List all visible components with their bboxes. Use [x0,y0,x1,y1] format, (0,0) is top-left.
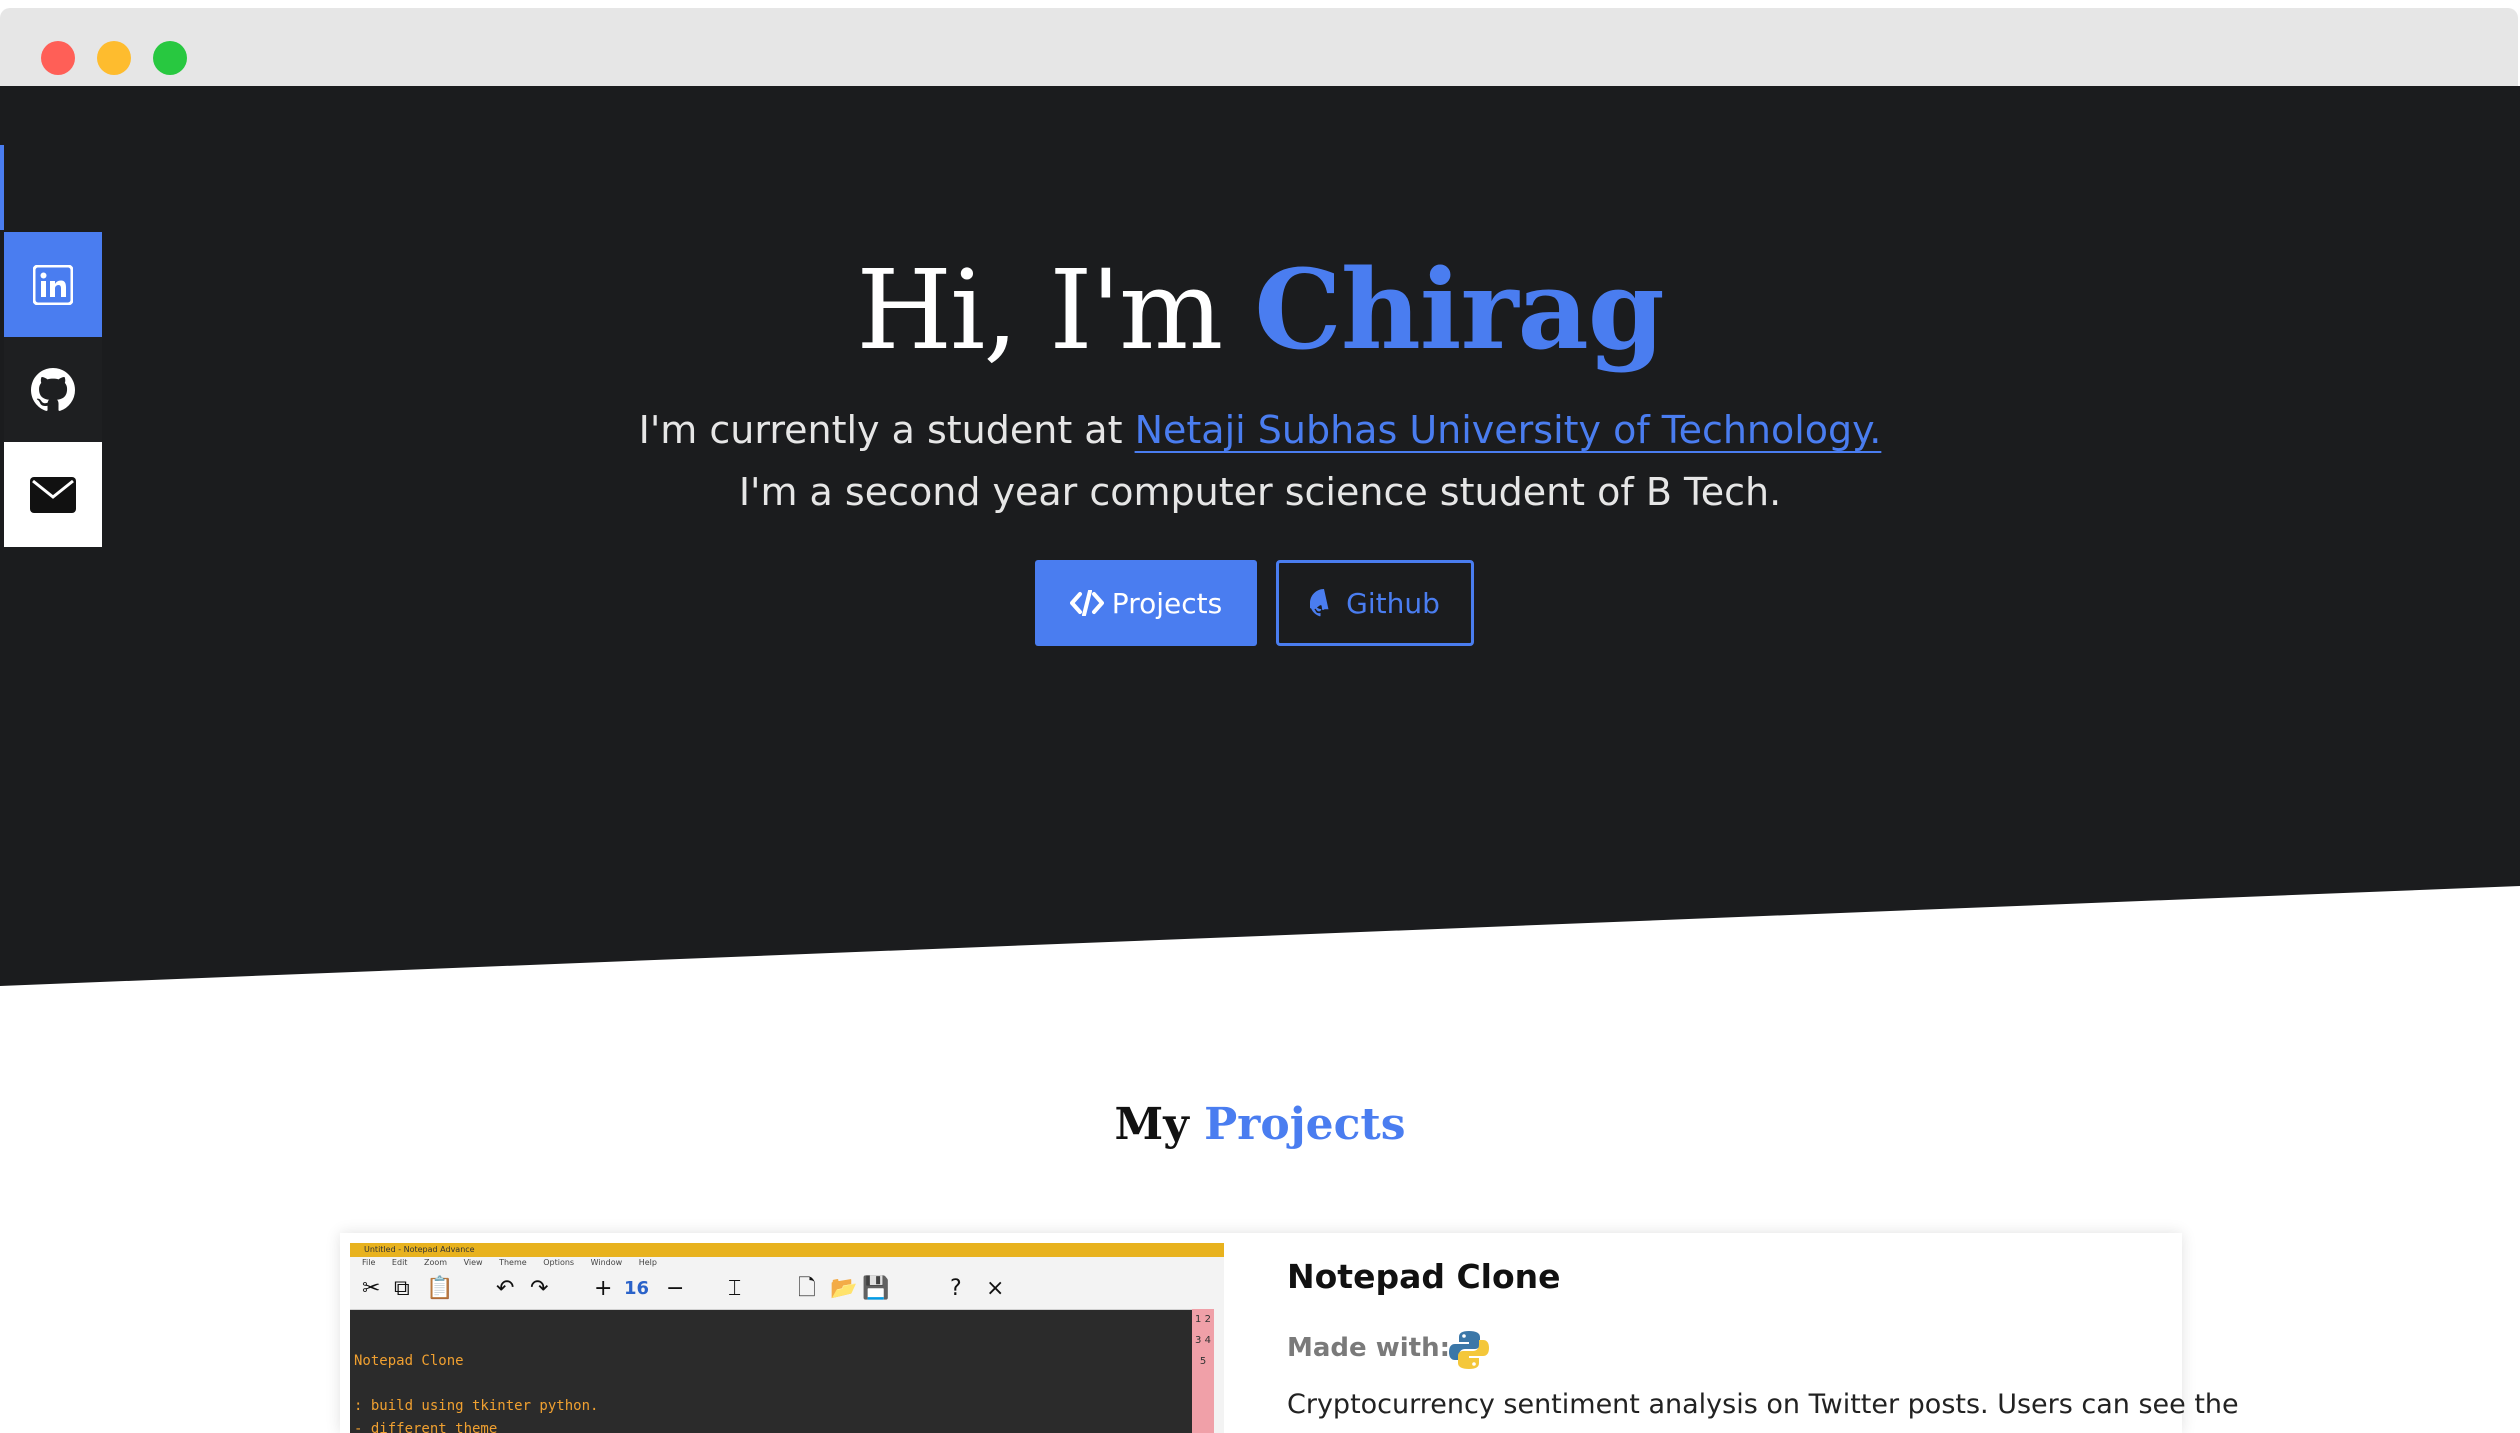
undo-icon: ↶ [496,1276,515,1301]
screenshot-toolbar: ✂ ⧉ 📋 ↶ ↷ + 16 − ⌶ 🗋 📂 💾 ? × [350,1269,1224,1310]
hero-year-line: I'm a second year computer science stude… [738,470,1782,514]
zoom-out-icon: − [666,1276,685,1301]
maximize-window-button[interactable] [153,41,187,75]
projects-button[interactable]: Projects [1035,560,1257,646]
projects-heading: My Projects [0,1095,2520,1155]
help-icon: ? [950,1276,962,1301]
hero-name: Chirag [1254,245,1664,374]
zoom-in-icon: + [594,1276,613,1301]
made-with-label: Made with: [1287,1333,1450,1363]
project-screenshot[interactable]: Untitled - Notepad Advance File Edit Zoo… [350,1243,1224,1433]
close-window-button[interactable] [41,41,75,75]
code-icon [1069,590,1104,616]
paste-icon: 📋 [426,1276,454,1301]
github-button[interactable]: Github [1276,560,1474,646]
new-file-icon: 🗋 [798,1276,816,1301]
minimize-window-button[interactable] [97,41,131,75]
screenshot-menubar: File Edit Zoom View Theme Options Window… [350,1257,1224,1269]
screenshot-text-line: - different theme [354,1421,498,1433]
projects-button-label: Projects [1111,586,1223,620]
hero-greeting: Hi, I'm [856,246,1255,374]
hero-accent-bar [0,145,4,230]
screenshot-scrollbar [1214,1309,1224,1433]
screenshot-line-numbers: 1 2 3 4 5 [1192,1309,1214,1433]
browser-chrome [0,8,2518,86]
hero-section [0,86,2520,986]
screenshot-text-line: Notepad Clone [354,1353,464,1369]
project-description: Cryptocurrency sentiment analysis on Twi… [1287,1389,2239,1420]
projects-heading-my: My [1114,1099,1205,1150]
screenshot-text-line: : build using tkinter python. [354,1398,599,1414]
projects-heading-projects: Projects [1204,1099,1406,1150]
github-button-label: Github [1346,586,1440,620]
university-link[interactable]: Netaji Subhas University of Technology. [1135,408,1882,452]
python-icon [1448,1329,1490,1375]
hero-title: Hi, I'm Chirag [0,240,2520,380]
hero-intro-line: I'm currently a student at Netaji Subhas… [0,402,2520,458]
screenshot-titlebar: Untitled - Notepad Advance [350,1243,1224,1257]
font-size-value: 16 [624,1278,650,1299]
cut-icon: ✂ [362,1276,381,1301]
save-icon: 💾 [862,1276,890,1301]
intro-prefix: I'm currently a student at [638,408,1135,452]
github-icon [1310,589,1338,617]
open-file-icon: 📂 [830,1276,858,1301]
close-icon: × [986,1276,1005,1301]
copy-icon: ⧉ [394,1276,410,1301]
project-title[interactable]: Notepad Clone [1287,1255,1561,1299]
redo-icon: ↷ [530,1276,549,1301]
spellcheck-icon: ⌶ [728,1276,742,1301]
